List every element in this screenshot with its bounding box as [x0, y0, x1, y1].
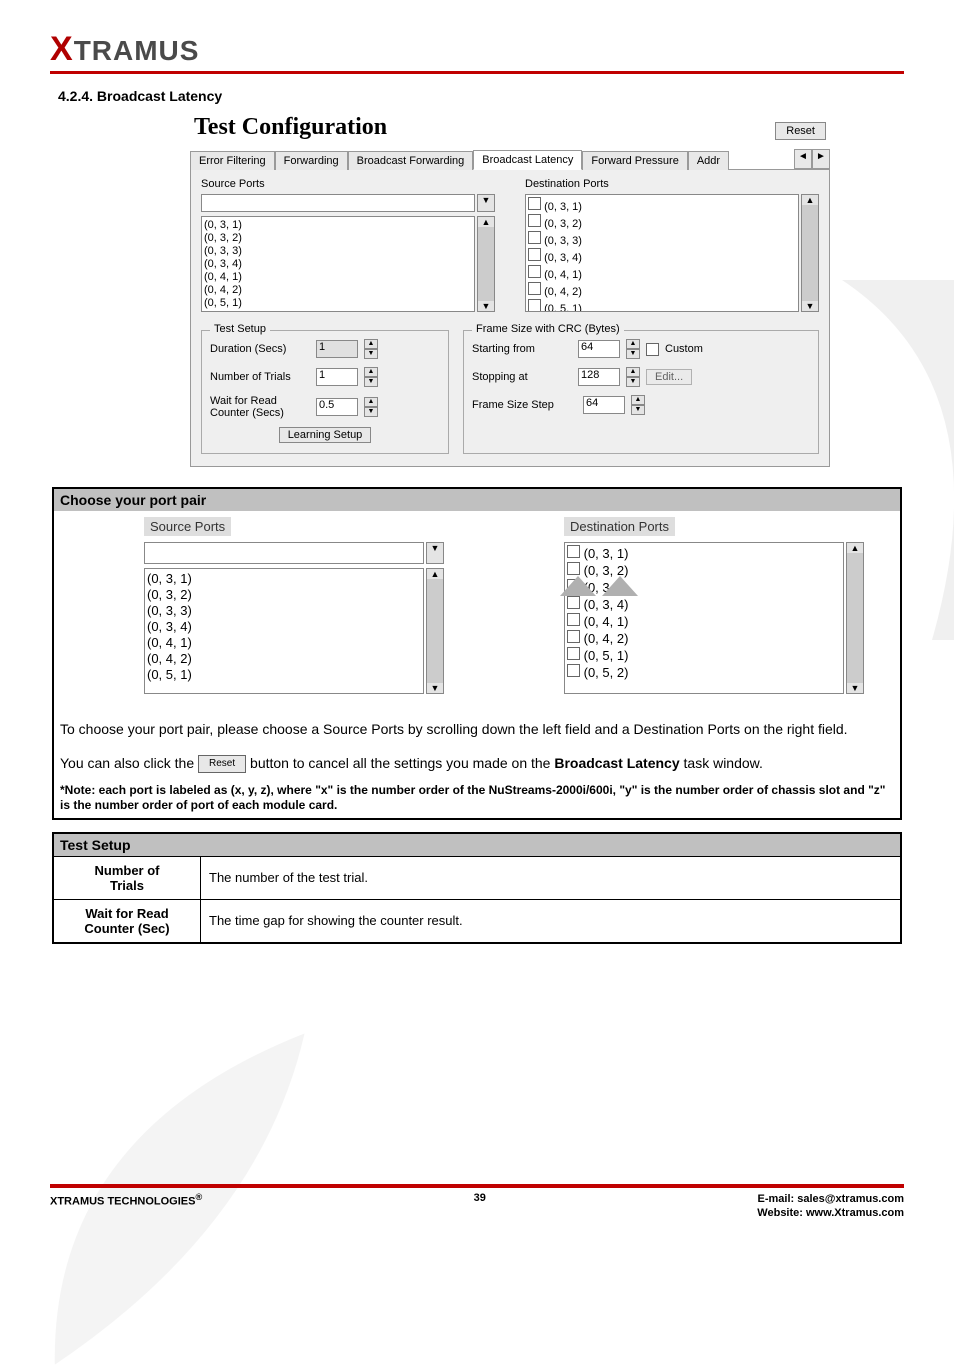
tab-addr[interactable]: Addr — [688, 151, 729, 170]
frame-size-step-input[interactable]: 64 — [583, 396, 625, 414]
edit-button[interactable]: Edit... — [646, 369, 692, 385]
checkbox[interactable] — [528, 248, 541, 261]
checkbox[interactable] — [528, 282, 541, 295]
checkbox[interactable] — [528, 265, 541, 278]
scrollbar[interactable]: ▲▼ — [477, 216, 495, 312]
duration-label: Duration (Secs) — [210, 343, 310, 355]
checkbox[interactable] — [528, 197, 541, 210]
source-ports-list[interactable]: (0, 3, 1) (0, 3, 2) (0, 3, 3) (0, 3, 4) … — [201, 216, 475, 312]
tab-broadcast-forwarding[interactable]: Broadcast Forwarding — [348, 151, 474, 170]
footer-right: E-mail: sales@xtramus.com Website: www.X… — [757, 1192, 904, 1221]
checkbox[interactable] — [567, 596, 580, 609]
source-ports-list[interactable]: (0, 3, 1) (0, 3, 2) (0, 3, 3) (0, 3, 4) … — [144, 568, 424, 694]
checkbox[interactable] — [567, 562, 580, 575]
choose-paragraph-2: You can also click the Reset button to c… — [60, 754, 894, 774]
checkbox[interactable] — [567, 579, 580, 592]
learning-setup-button[interactable]: Learning Setup — [279, 427, 372, 443]
test-setup-table: Test Setup Number of Trials The number o… — [52, 832, 902, 944]
row-label: Wait for Read Counter (Sec) — [53, 899, 201, 943]
checkbox[interactable] — [528, 231, 541, 244]
reset-button-inline[interactable]: Reset — [198, 755, 246, 773]
test-setup-header: Test Setup — [53, 833, 901, 857]
source-ports-label: Source Ports — [144, 517, 231, 536]
checkbox[interactable] — [528, 299, 541, 312]
scrollbar[interactable]: ▲▼ — [846, 542, 864, 694]
frame-size-group: Frame Size with CRC (Bytes) Starting fro… — [463, 330, 819, 454]
choose-paragraph-1: To choose your port pair, please choose … — [60, 720, 894, 740]
source-ports-label: Source Ports — [201, 178, 495, 190]
custom-checkbox[interactable] — [646, 343, 659, 356]
starting-from-label: Starting from — [472, 343, 572, 355]
frame-size-step-label: Frame Size Step — [472, 399, 577, 411]
destination-ports-list[interactable]: (0, 3, 1) (0, 3, 2) (0, 3, 3) (0, 3, 4) … — [525, 194, 799, 312]
row-label: Number of Trials — [53, 856, 201, 899]
checkbox[interactable] — [567, 630, 580, 643]
scrollbar[interactable]: ▲▼ — [426, 568, 444, 694]
wait-input[interactable]: 0.5 — [316, 398, 358, 416]
tab-forwarding[interactable]: Forwarding — [275, 151, 348, 170]
destination-ports-list[interactable]: (0, 3, 1) (0, 3, 2) (0, 3, 3) (0, 3, 4) … — [564, 542, 844, 694]
spinner[interactable]: ▲▼ — [626, 367, 640, 387]
test-configuration-panel: Test Configuration Reset Error Filtering… — [190, 114, 830, 467]
table-row: Wait for Read Counter (Sec) The time gap… — [53, 899, 901, 943]
checkbox[interactable] — [567, 545, 580, 558]
checkbox[interactable] — [528, 214, 541, 227]
tab-forward-pressure[interactable]: Forward Pressure — [582, 151, 687, 170]
row-desc: The number of the test trial. — [201, 856, 902, 899]
chevron-down-icon[interactable]: ▼ — [426, 542, 444, 564]
choose-port-pair-section: Choose your port pair Source Ports ▼ (0,… — [52, 487, 902, 820]
footer-divider — [50, 1184, 904, 1188]
custom-label: Custom — [665, 343, 703, 355]
row-desc: The time gap for showing the counter res… — [201, 899, 902, 943]
header-divider — [50, 71, 904, 74]
panel-title: Test Configuration — [194, 114, 387, 141]
wait-label: Wait for Read Counter (Secs) — [210, 395, 310, 419]
note-text: *Note: each port is labeled as (x, y, z)… — [60, 783, 894, 812]
page-footer: XTRAMUS TECHNOLOGIES® 39 E-mail: sales@x… — [50, 1184, 904, 1221]
destination-ports-label: Destination Ports — [564, 517, 675, 536]
choose-header: Choose your port pair — [54, 489, 900, 511]
footer-left: XTRAMUS TECHNOLOGIES® — [50, 1192, 202, 1208]
spinner[interactable]: ▲▼ — [626, 339, 640, 359]
destination-ports-label: Destination Ports — [525, 178, 819, 190]
checkbox[interactable] — [567, 664, 580, 677]
logo: XTRAMUS — [50, 30, 904, 69]
stopping-at-label: Stopping at — [472, 371, 572, 383]
test-setup-group: Test Setup Duration (Secs) 1 ▲▼ Number o… — [201, 330, 449, 454]
checkbox[interactable] — [567, 613, 580, 626]
tab-error-filtering[interactable]: Error Filtering — [190, 151, 275, 170]
checkbox[interactable] — [567, 647, 580, 660]
spinner[interactable]: ▲▼ — [631, 395, 645, 415]
source-ports-combo[interactable] — [144, 542, 424, 564]
trials-input[interactable]: 1 — [316, 368, 358, 386]
stopping-at-input[interactable]: 128 — [578, 368, 620, 386]
starting-from-input[interactable]: 64 — [578, 340, 620, 358]
tab-strip: Error Filtering Forwarding Broadcast For… — [190, 149, 830, 170]
scrollbar[interactable]: ▲▼ — [801, 194, 819, 312]
duration-input[interactable]: 1 — [316, 340, 358, 358]
section-heading: 4.2.4. Broadcast Latency — [58, 88, 904, 104]
tab-scroll-left[interactable]: ◄ — [794, 149, 812, 169]
spinner[interactable]: ▲▼ — [364, 339, 378, 359]
spinner[interactable]: ▲▼ — [364, 397, 378, 417]
chevron-down-icon[interactable]: ▼ — [477, 194, 495, 212]
page-number: 39 — [474, 1192, 486, 1204]
tab-scroll-right[interactable]: ► — [812, 149, 830, 169]
reset-button[interactable]: Reset — [775, 122, 826, 140]
spinner[interactable]: ▲▼ — [364, 367, 378, 387]
tab-broadcast-latency[interactable]: Broadcast Latency — [473, 150, 582, 170]
source-ports-combo[interactable] — [201, 194, 475, 212]
table-row: Number of Trials The number of the test … — [53, 856, 901, 899]
trials-label: Number of Trials — [210, 371, 310, 383]
